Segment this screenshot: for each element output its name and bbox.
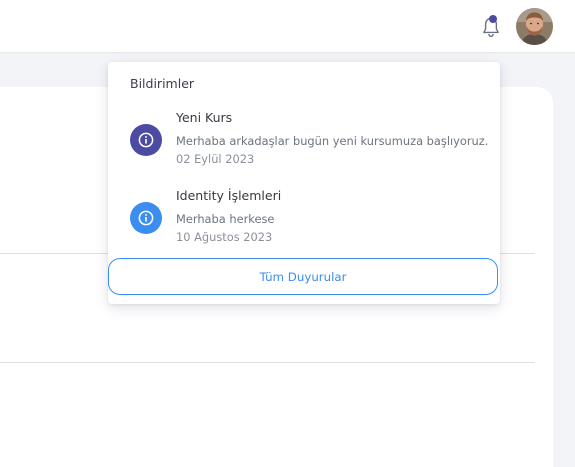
notifications-dropdown: Bildirimler Yeni Kurs Merhaba arkadaşlar… bbox=[108, 62, 500, 304]
notification-date: 02 Eylül 2023 bbox=[176, 152, 255, 166]
avatar[interactable] bbox=[516, 8, 553, 45]
notification-message: Merhaba arkadaşlar bugün yeni kursumuza … bbox=[176, 134, 489, 148]
notification-item-yeni-kurs[interactable]: Yeni Kurs Merhaba arkadaşlar bugün yeni … bbox=[108, 110, 500, 180]
notification-message: Merhaba herkese bbox=[176, 212, 275, 226]
notification-date: 10 Ağustos 2023 bbox=[176, 230, 273, 244]
notification-title: Yeni Kurs bbox=[176, 110, 233, 125]
notification-item-identity[interactable]: Identity İşlemleri Merhaba herkese 10 Ağ… bbox=[108, 188, 500, 258]
info-icon bbox=[130, 202, 162, 234]
notification-title: Identity İşlemleri bbox=[176, 188, 282, 203]
info-icon bbox=[130, 124, 162, 156]
dropdown-title: Bildirimler bbox=[130, 76, 195, 91]
all-announcements-button[interactable]: Tüm Duyurular bbox=[108, 258, 498, 295]
unread-dot-icon bbox=[489, 15, 497, 23]
top-header bbox=[0, 0, 575, 52]
content-divider bbox=[0, 362, 535, 363]
